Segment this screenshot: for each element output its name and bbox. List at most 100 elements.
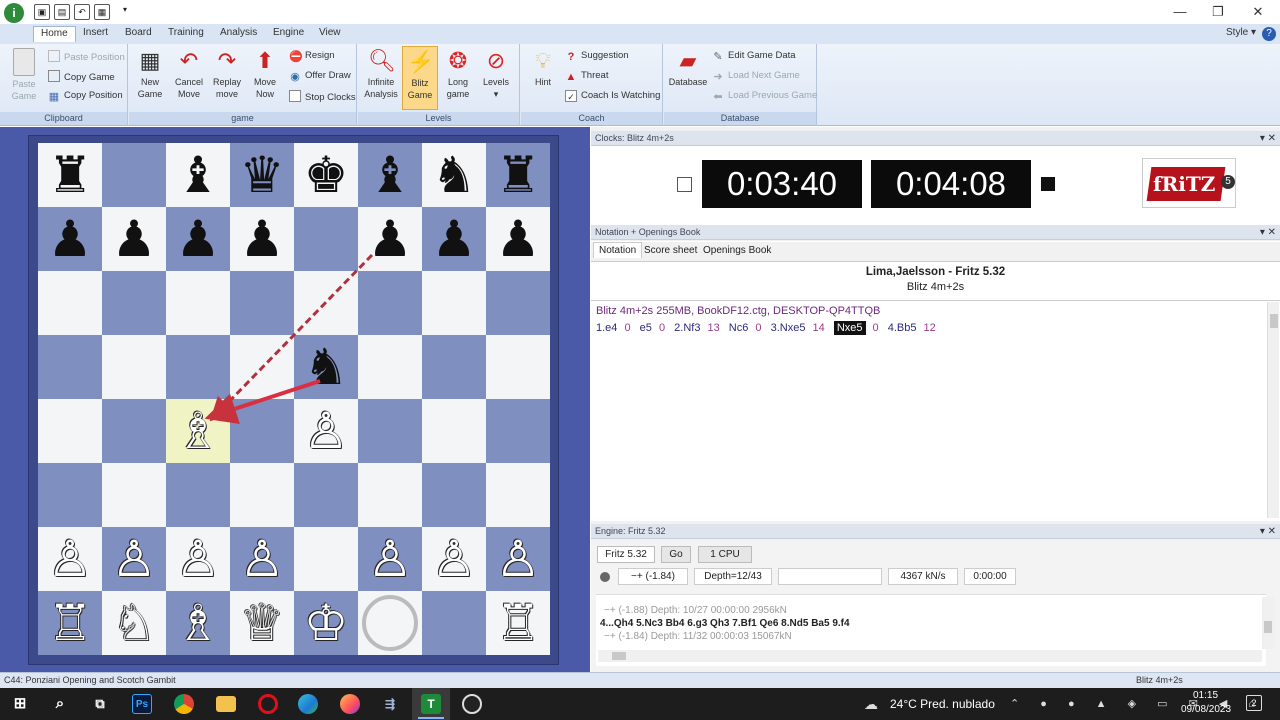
tab-home[interactable]: Home	[33, 26, 76, 42]
move-time-0: 0	[621, 322, 634, 334]
engine-hscrollbar[interactable]	[598, 650, 1262, 662]
undo-icon[interactable]: ↶	[74, 4, 90, 20]
move-2[interactable]: 2.Nf3	[674, 322, 700, 334]
white-clock-checkbox[interactable]	[677, 177, 692, 192]
move-6[interactable]: 4.Bb5	[888, 322, 917, 334]
resign-button[interactable]: ⛔ Resign	[289, 50, 335, 63]
infinite-analysis-button[interactable]: 🔍︎ Infinite Analysis	[362, 48, 400, 100]
cancel-move-button[interactable]: ↶ Cancel Move	[171, 48, 207, 100]
opera-icon[interactable]	[258, 694, 278, 714]
engine-scrollbar[interactable]	[1262, 597, 1274, 649]
photoshop-icon[interactable]: Ps	[132, 694, 152, 714]
obs-icon[interactable]	[462, 694, 482, 714]
load-next-game-button[interactable]: ➜ Load Next Game	[712, 70, 799, 83]
levels-group-label: Levels	[358, 112, 519, 125]
move-now-button[interactable]: ⬆ Move Now	[247, 48, 283, 100]
blitz-game-button[interactable]: ⚡ Blitz Game	[402, 46, 438, 110]
tab-training[interactable]: Training	[168, 27, 204, 38]
document-icon[interactable]: ▤	[54, 4, 70, 20]
next-arrow-icon: ➜	[713, 71, 723, 83]
edit-game-data-button[interactable]: ✎ Edit Game Data	[712, 50, 795, 63]
scroll-thumb[interactable]	[1270, 314, 1278, 328]
move-list: 1.e4 0 e5 0 2.Nf3 13 Nc6 0 3.Nxe5 14 Nxe…	[596, 321, 942, 335]
engine-hscroll-thumb[interactable]	[612, 652, 626, 660]
minimize-icon[interactable]: —	[1170, 2, 1190, 22]
paste-position-button[interactable]: Paste Position	[48, 50, 125, 63]
title-bar: i ▣ ▤ ↶ ▦ ▾ — ❐ ✕	[0, 0, 1280, 24]
close-icon[interactable]: ✕	[1248, 2, 1268, 22]
copy-game-button[interactable]: Copy Game	[48, 70, 115, 83]
move-5[interactable]: Nxe5	[833, 321, 866, 335]
search-icon[interactable]: ⌕	[50, 694, 70, 714]
windows-start-icon[interactable]: ⊞	[10, 694, 30, 714]
database-button[interactable]: ▰ Database	[666, 48, 710, 88]
tab-openings-book[interactable]: Openings Book	[703, 245, 771, 256]
replay-move-button[interactable]: ↷ Replay move	[209, 48, 245, 100]
game-players: Lima,Jaelsson - Fritz 5.32	[865, 266, 1006, 278]
hint-button[interactable]: 💡︎ Hint	[527, 48, 559, 88]
tab-engine[interactable]: Engine	[273, 27, 304, 38]
engine-name-button[interactable]: Fritz 5.32	[597, 546, 655, 563]
levels-dropdown-icon: ▾	[493, 89, 499, 99]
tab-view[interactable]: View	[319, 27, 341, 38]
move-3[interactable]: Nc6	[729, 322, 749, 334]
clipboard-icon	[13, 48, 35, 76]
quick-access-dropdown-icon[interactable]: ▾	[123, 5, 127, 14]
clocks-panel-buttons[interactable]: ▾ ✕	[1260, 131, 1276, 146]
app-logo-icon[interactable]: i	[4, 3, 24, 23]
engine-panel-buttons[interactable]: ▾ ✕	[1260, 524, 1276, 539]
resign-icon: ⛔	[289, 51, 303, 63]
move-4[interactable]: 3.Nxe5	[771, 322, 806, 334]
database-group: ▰ Database ✎ Edit Game Data ➜ Load Next Ga…	[664, 44, 817, 126]
levels-group: 🔍︎ Infinite Analysis ⚡ Blitz Game ❂ Long…	[358, 44, 520, 126]
visual-studio-icon[interactable]: ⇶	[380, 694, 400, 714]
threat-button[interactable]: ▲ Threat	[565, 70, 609, 83]
notation-tabs: Notation Score sheet Openings Book	[591, 242, 1280, 262]
maximize-icon[interactable]: ❐	[1208, 2, 1228, 22]
fritz-taskbar-icon[interactable]: T	[421, 694, 441, 714]
save-icon[interactable]: ▣	[34, 4, 50, 20]
notifications-icon[interactable]: 2	[1246, 695, 1262, 711]
help-icon[interactable]: ?	[1262, 27, 1276, 41]
chrome-icon[interactable]	[174, 694, 194, 714]
long-game-button[interactable]: ❂ Long game	[440, 48, 476, 100]
file-explorer-icon[interactable]	[216, 696, 236, 712]
board-icon[interactable]: ▦	[94, 4, 110, 20]
coach-watching-checkbox[interactable]: ✓ Coach Is Watching	[565, 90, 660, 102]
move-0[interactable]: 1.e4	[596, 322, 617, 334]
tab-analysis[interactable]: Analysis	[220, 27, 257, 38]
move-1[interactable]: e5	[640, 322, 652, 334]
suggestion-button[interactable]: ? Suggestion	[565, 50, 629, 63]
game-group: ▦ New Game ↶ Cancel Move ↷ Replay move ⬆…	[129, 44, 357, 126]
weather-text[interactable]: 24°C Pred. nublado	[890, 697, 995, 711]
engine-eval: −+ (-1.84)	[618, 568, 688, 585]
paste-game-button[interactable]: Paste Game	[8, 48, 40, 102]
go-button[interactable]: Go	[661, 546, 691, 563]
edge-icon[interactable]	[298, 694, 318, 714]
task-view-icon[interactable]: ⧉	[90, 694, 110, 714]
notation-scrollbar[interactable]	[1267, 302, 1279, 518]
stop-clocks-checkbox[interactable]: Stop Clocks	[289, 90, 356, 103]
style-menu[interactable]: Style ▾	[1226, 27, 1256, 38]
tab-notation[interactable]: Notation	[593, 242, 643, 258]
levels-button[interactable]: ⊘ Levels ▾	[478, 48, 514, 100]
firefox-icon[interactable]	[340, 694, 360, 714]
tab-insert[interactable]: Insert	[83, 27, 108, 38]
new-game-button[interactable]: ▦ New Game	[131, 48, 169, 100]
notation-panel-title: Notation + Openings Book ▾ ✕	[591, 225, 1280, 240]
offer-draw-button[interactable]: ◉ Offer Draw	[289, 70, 351, 83]
logo-text: fRiTZ	[1153, 172, 1216, 196]
clock-date[interactable]: 09/08/2023	[1181, 704, 1231, 715]
tab-board[interactable]: Board	[125, 27, 152, 38]
notation-panel-buttons[interactable]: ▾ ✕	[1260, 225, 1276, 240]
copy-position-button[interactable]: ▦ Copy Position	[48, 90, 123, 103]
clock-time[interactable]: 01:15	[1193, 690, 1218, 701]
cpu-button[interactable]: 1 CPU	[698, 546, 752, 563]
levels-icon: ⊘	[486, 48, 506, 73]
move-time-1: 0	[655, 322, 669, 334]
load-previous-game-button[interactable]: ⬅ Load Previous Game	[712, 90, 817, 103]
tab-score-sheet[interactable]: Score sheet	[644, 245, 697, 256]
up-arrow-icon: ⬆	[255, 48, 275, 73]
coach-group: 💡︎ Hint ? Suggestion ▲ Threat ✓ Coach Is Wa…	[521, 44, 663, 126]
engine-scroll-thumb[interactable]	[1264, 621, 1272, 633]
